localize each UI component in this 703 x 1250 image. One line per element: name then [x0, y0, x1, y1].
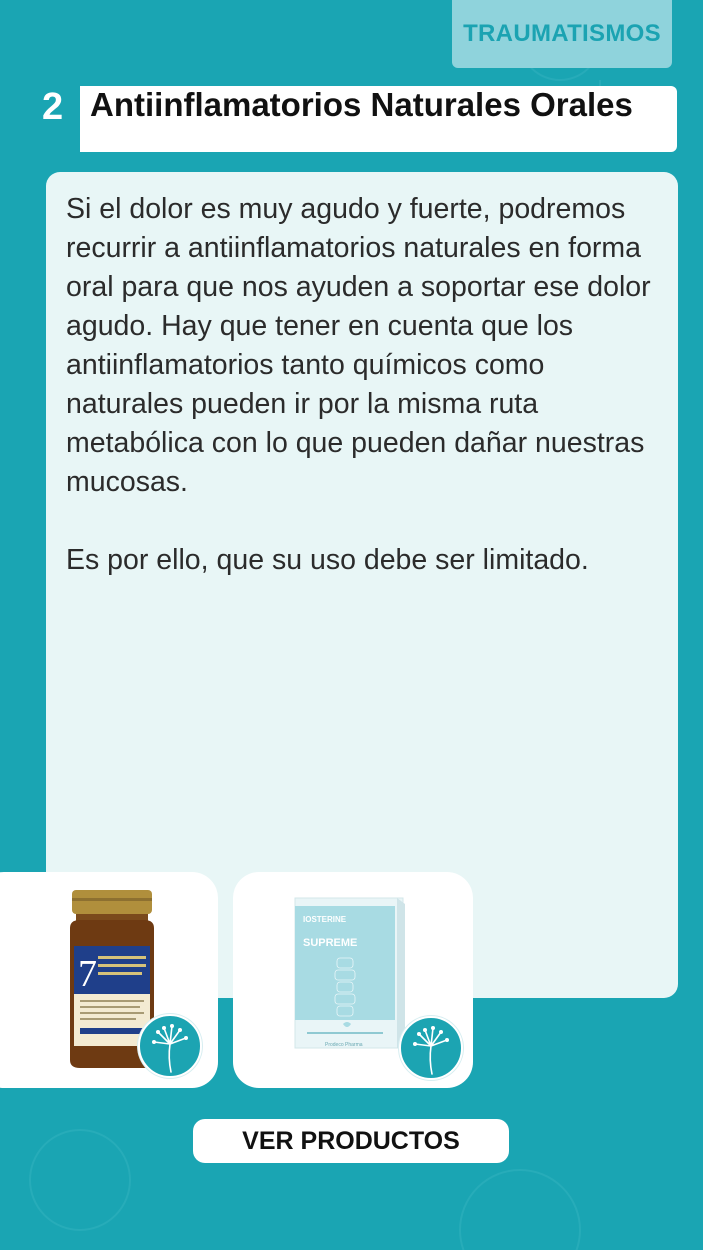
- box-maker: Prodeco Pharma: [325, 1042, 363, 1048]
- ver-productos-button[interactable]: VER PRODUCTOS: [193, 1119, 509, 1163]
- body-paragraph-1: Si el dolor es muy agudo y fuerte, podre…: [66, 193, 651, 498]
- brand-badge-1: [138, 1014, 202, 1078]
- supplement-box-icon: IOSTERINE SUPREME Prodeco Pharma: [294, 897, 405, 1052]
- dandelion-icon: [152, 1024, 188, 1073]
- brand-badge-2: [399, 1016, 463, 1080]
- product-card-supplement-box[interactable]: IOSTERINE SUPREME Prodeco Pharma: [233, 872, 473, 1088]
- box-brand: IOSTERINE: [303, 915, 347, 924]
- box-product-name: SUPREME: [303, 937, 357, 949]
- step-number: 2: [42, 86, 64, 128]
- category-label: TRAUMATISMOS: [463, 20, 661, 47]
- section-title-box: Antiinflamatorios Naturales Orales: [80, 86, 677, 152]
- dandelion-icon: [413, 1026, 449, 1075]
- section-title: Antiinflamatorios Naturales Orales: [90, 86, 633, 123]
- product-card-supplement-jar[interactable]: 7: [0, 872, 218, 1088]
- body-paragraph-2: Es por ello, que su uso debe ser limitad…: [66, 544, 589, 576]
- body-text: Si el dolor es muy agudo y fuerte, podre…: [66, 190, 664, 580]
- jar-label-number: 7: [78, 953, 97, 995]
- category-tab[interactable]: TRAUMATISMOS: [452, 0, 672, 68]
